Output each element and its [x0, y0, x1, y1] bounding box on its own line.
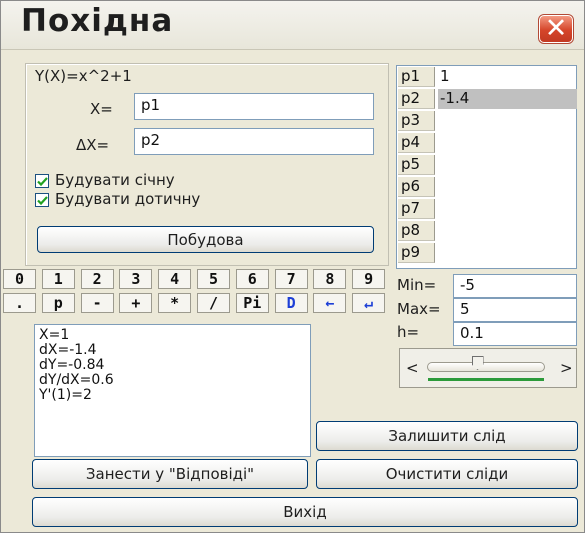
keypad-key[interactable]: 9 [352, 269, 386, 289]
param-value[interactable] [438, 111, 577, 131]
window-title: Похідна [21, 3, 174, 39]
keypad-key[interactable]: ← [313, 293, 347, 313]
keypad-key[interactable]: 7 [274, 269, 308, 289]
check-icon [37, 177, 48, 187]
param-name: p9 [398, 243, 435, 263]
output-line: dY/dX=0.6 [39, 372, 114, 388]
param-name: p7 [398, 199, 435, 219]
title-bar[interactable]: Похідна ✕ [1, 1, 584, 50]
keypad-key[interactable]: 8 [313, 269, 347, 289]
slider-right-arrow[interactable]: > [560, 359, 573, 377]
keypad-key[interactable]: / [197, 293, 230, 313]
min-label: Min= [397, 276, 437, 294]
param-value[interactable] [438, 221, 577, 241]
output-line: Y'(1)=2 [39, 387, 92, 403]
keypad-key[interactable]: 3 [119, 269, 153, 289]
parameters-list: p1 1 p2 -1.4 p3 p4 p5 p6 p7 p8 p9 [396, 65, 577, 269]
param-name: p2 [398, 89, 435, 109]
param-value[interactable]: -1.4 [438, 89, 577, 109]
keypad-key[interactable]: - [80, 293, 114, 313]
tangent-label: Будувати дотичну [55, 190, 201, 208]
param-value[interactable] [438, 133, 577, 153]
keypad-key[interactable]: p [41, 293, 75, 313]
clear-traces-button[interactable]: Очистити сліди [316, 459, 578, 489]
formula-label: Y(X)=x^2+1 [35, 67, 132, 85]
param-name: p5 [398, 155, 435, 175]
keypad-key[interactable]: 2 [80, 269, 114, 289]
secant-checkbox[interactable] [35, 174, 49, 188]
x-input[interactable]: p1 [134, 93, 374, 120]
param-row[interactable]: p6 [397, 176, 576, 198]
param-name: p1 [398, 67, 435, 87]
keypad-key[interactable]: D [274, 293, 308, 313]
param-value[interactable]: 1 [438, 67, 577, 87]
keypad-key[interactable]: Pi [235, 293, 269, 313]
param-row[interactable]: p5 [397, 154, 576, 176]
keypad-key[interactable]: ↵ [352, 293, 386, 313]
tangent-checkbox[interactable] [35, 193, 49, 207]
build-button[interactable]: Побудова [37, 226, 374, 253]
slider-left-arrow[interactable]: < [406, 359, 419, 377]
output-line: X=1 [39, 327, 70, 343]
keypad-key[interactable]: 6 [235, 269, 269, 289]
keypad-key[interactable]: 5 [197, 269, 230, 289]
param-row[interactable]: p3 [397, 110, 576, 132]
leave-trace-button[interactable]: Залишити слід [316, 421, 578, 451]
output-line: dX=-1.4 [39, 342, 97, 358]
dx-label: ΔX= [76, 136, 110, 154]
x-label: X= [90, 100, 113, 118]
max-input[interactable]: 5 [453, 298, 577, 322]
keypad-key[interactable]: 4 [158, 269, 192, 289]
step-slider[interactable]: < > [399, 348, 577, 388]
param-row[interactable]: p4 [397, 132, 576, 154]
results-output: X=1 dX=-1.4 dY=-0.84 dY/dX=0.6 Y'(1)=2 [34, 324, 311, 457]
keypad-key[interactable]: . [3, 293, 36, 313]
param-value[interactable] [438, 177, 577, 197]
h-label: h= [397, 323, 420, 341]
output-line: dY=-0.84 [39, 357, 105, 373]
derivative-window: Похідна ✕ Y(X)=x^2+1 X= p1 ΔX= p2 Будува… [0, 0, 585, 533]
keypad-key[interactable]: 1 [41, 269, 75, 289]
function-panel: Y(X)=x^2+1 X= p1 ΔX= p2 Будувати січну Б… [25, 63, 389, 266]
param-row[interactable]: p8 [397, 220, 576, 242]
param-row[interactable]: p9 [397, 242, 576, 264]
param-value[interactable] [438, 199, 577, 219]
max-label: Max= [397, 300, 441, 318]
add-to-answers-button[interactable]: Занести у "Відповіді" [32, 459, 308, 489]
keypad: 0 1 2 3 4 5 6 7 8 9. p - + * / Pi D ← ↵ [3, 269, 391, 313]
param-name: p3 [398, 111, 435, 131]
dx-input[interactable]: p2 [134, 128, 374, 155]
param-value[interactable] [438, 243, 577, 263]
slider-rail [428, 378, 544, 381]
check-icon [37, 196, 48, 206]
min-input[interactable]: -5 [453, 274, 577, 298]
keypad-key[interactable]: * [158, 293, 192, 313]
close-button[interactable]: ✕ [538, 14, 574, 44]
param-value[interactable] [438, 155, 577, 175]
param-name: p6 [398, 177, 435, 197]
keypad-key[interactable]: + [119, 293, 153, 313]
param-row[interactable]: p1 1 [397, 66, 576, 88]
slider-track [427, 362, 545, 372]
param-name: p8 [398, 221, 435, 241]
h-input[interactable]: 0.1 [453, 322, 577, 346]
secant-label: Будувати січну [55, 171, 175, 189]
exit-button[interactable]: Вихід [32, 497, 578, 527]
keypad-key[interactable]: 0 [3, 269, 36, 289]
param-name: p4 [398, 133, 435, 153]
param-row[interactable]: p7 [397, 198, 576, 220]
param-row[interactable]: p2 -1.4 [397, 88, 577, 110]
